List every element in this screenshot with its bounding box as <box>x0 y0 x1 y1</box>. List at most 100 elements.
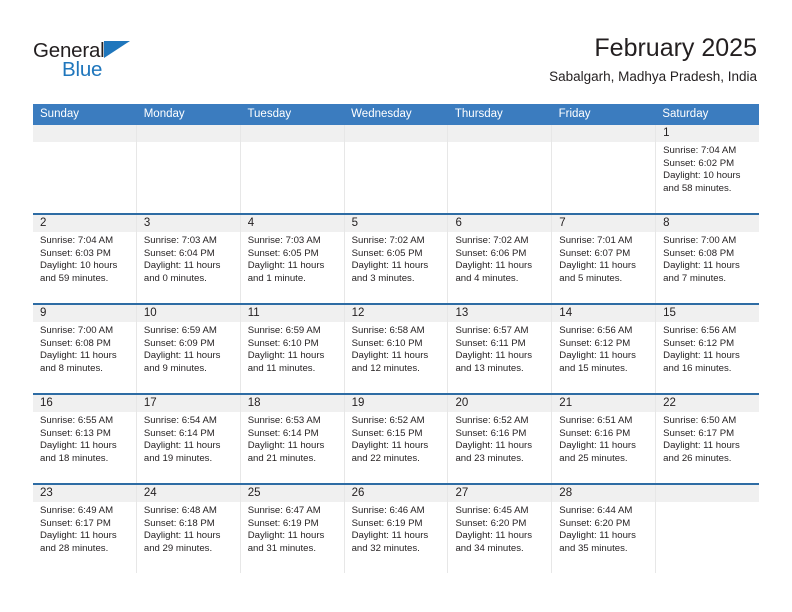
calendar-day-cell[interactable]: 4 Sunrise: 7:03 AM Sunset: 6:05 PM Daylight… <box>240 215 345 303</box>
weekday-header-row: Sunday Monday Tuesday Wednesday Thursday… <box>33 104 759 125</box>
weekday-header-tuesday: Tuesday <box>247 108 292 120</box>
calendar-day-cell[interactable]: 24 Sunrise: 6:48 AM Sunset: 6:18 PM Dayligh… <box>136 485 241 573</box>
day-details: Sunrise: 6:49 AM Sunset: 6:17 PM Daylight:… <box>33 502 136 555</box>
daylight-text: Daylight: 11 hours and 12 minutes. <box>351 350 429 374</box>
day-number: 11 <box>247 307 260 319</box>
day-number-band: 4 <box>240 215 344 232</box>
day-number: 18 <box>247 397 261 409</box>
calendar-week-row: 16 Sunrise: 6:55 AM Sunset: 6:13 PM Dayligh… <box>33 393 760 483</box>
calendar-day-cell[interactable]: 23 Sunrise: 6:49 AM Sunset: 6:17 PM Dayligh… <box>33 485 137 573</box>
sunset-text: Sunset: 6:11 PM <box>455 337 526 349</box>
calendar-day-cell[interactable]: 6 Sunrise: 7:02 AM Sunset: 6:06 PM Daylight… <box>448 215 553 303</box>
calendar-day-cell[interactable]: 20 Sunrise: 6:52 AM Sunset: 6:16 PM Dayligh… <box>448 395 553 483</box>
sunset-text: Sunset: 6:08 PM <box>40 337 111 349</box>
weekday-header-wednesday: Wednesday <box>351 108 412 120</box>
calendar-day-cell[interactable]: 17 Sunrise: 6:54 AM Sunset: 6:14 PM Dayligh… <box>136 395 241 483</box>
day-details: Sunrise: 6:55 AM Sunset: 6:13 PM Daylight:… <box>33 412 136 465</box>
brand-logo[interactable]: General Blue <box>33 40 143 84</box>
calendar-day-cell[interactable]: 14 Sunrise: 6:56 AM Sunset: 6:12 PM Dayligh… <box>552 305 657 393</box>
day-details: Sunrise: 6:53 AM Sunset: 6:14 PM Daylight:… <box>241 412 344 465</box>
calendar-day-cell[interactable]: 9 Sunrise: 7:00 AM Sunset: 6:08 PM Daylight… <box>33 305 137 393</box>
day-number: 12 <box>351 307 365 319</box>
day-number-band: 14 <box>552 305 656 322</box>
day-number: 4 <box>247 217 255 229</box>
sunrise-text: Sunrise: 6:49 AM <box>40 505 114 516</box>
calendar-week-row: 1 Sunrise: 7:04 AM Sunset: 6:02 PM Daylight… <box>33 125 760 213</box>
day-number: 9 <box>40 307 47 319</box>
calendar-day-cell[interactable]: 28 Sunrise: 6:44 AM Sunset: 6:20 PM Dayligh… <box>552 485 657 573</box>
day-details: Sunrise: 6:54 AM Sunset: 6:14 PM Daylight:… <box>137 412 240 465</box>
calendar-day-cell[interactable]: 10 Sunrise: 6:59 AM Sunset: 6:09 PM Dayligh… <box>136 305 241 393</box>
calendar-day-cell-empty <box>344 125 449 213</box>
calendar-week-row: 23 Sunrise: 6:49 AM Sunset: 6:17 PM Dayligh… <box>33 483 760 573</box>
day-number: 24 <box>143 487 157 499</box>
sunrise-text: Sunrise: 6:52 AM <box>351 415 425 426</box>
day-number-band: 28 <box>552 485 656 502</box>
calendar-grid: Sunday Monday Tuesday Wednesday Thursday… <box>33 104 760 573</box>
sunrise-text: Sunrise: 7:04 AM <box>663 145 737 156</box>
day-number: 7 <box>559 217 566 229</box>
day-details: Sunrise: 7:02 AM Sunset: 6:06 PM Daylight:… <box>448 232 551 285</box>
day-details: Sunrise: 6:44 AM Sunset: 6:20 PM Daylight:… <box>552 502 655 555</box>
day-details: Sunrise: 7:00 AM Sunset: 6:08 PM Daylight:… <box>33 322 136 375</box>
calendar-day-cell[interactable]: 11 Sunrise: 6:59 AM Sunset: 6:10 PM Dayligh… <box>240 305 345 393</box>
day-number: 5 <box>351 217 358 229</box>
day-number-band <box>656 485 760 502</box>
day-number-band: 12 <box>344 305 448 322</box>
day-details: Sunrise: 6:59 AM Sunset: 6:09 PM Daylight:… <box>137 322 240 375</box>
calendar-day-cell[interactable]: 5 Sunrise: 7:02 AM Sunset: 6:05 PM Daylight… <box>344 215 449 303</box>
sunset-text: Sunset: 6:16 PM <box>455 427 527 439</box>
day-number-band: 26 <box>344 485 448 502</box>
day-number: 6 <box>455 217 462 229</box>
sunset-text: Sunset: 6:05 PM <box>247 247 319 259</box>
day-number-band: 27 <box>448 485 552 502</box>
sunset-text: Sunset: 6:14 PM <box>247 427 319 439</box>
calendar-day-cell[interactable]: 27 Sunrise: 6:45 AM Sunset: 6:20 PM Dayligh… <box>448 485 553 573</box>
day-number: 19 <box>351 397 365 409</box>
calendar-day-cell[interactable]: 19 Sunrise: 6:52 AM Sunset: 6:15 PM Dayligh… <box>344 395 449 483</box>
sunset-text: Sunset: 6:18 PM <box>143 517 215 529</box>
calendar-day-cell[interactable]: 13 Sunrise: 6:57 AM Sunset: 6:11 PM Dayligh… <box>448 305 553 393</box>
calendar-day-cell-empty <box>552 125 657 213</box>
day-number-band <box>552 125 656 142</box>
calendar-day-cell[interactable]: 15 Sunrise: 6:56 AM Sunset: 6:12 PM Dayligh… <box>656 305 760 393</box>
calendar-day-cell[interactable]: 22 Sunrise: 6:50 AM Sunset: 6:17 PM Dayligh… <box>656 395 760 483</box>
daylight-text: Daylight: 11 hours and 0 minutes. <box>143 260 221 284</box>
sunrise-text: Sunrise: 6:55 AM <box>40 415 114 426</box>
day-number: 10 <box>143 307 157 319</box>
calendar-day-cell[interactable]: 16 Sunrise: 6:55 AM Sunset: 6:13 PM Dayligh… <box>33 395 137 483</box>
day-number: 26 <box>351 487 365 499</box>
sunrise-text: Sunrise: 7:03 AM <box>143 235 217 246</box>
weekday-header-sunday: Sunday <box>40 108 80 120</box>
day-number-band <box>240 125 344 142</box>
day-number-band: 7 <box>552 215 656 232</box>
day-number-band: 1 <box>656 125 760 142</box>
sunrise-text: Sunrise: 6:45 AM <box>455 505 529 516</box>
day-details: Sunrise: 6:48 AM Sunset: 6:18 PM Daylight:… <box>137 502 240 555</box>
calendar-day-cell[interactable]: 7 Sunrise: 7:01 AM Sunset: 6:07 PM Daylight… <box>552 215 657 303</box>
calendar-day-cell[interactable]: 3 Sunrise: 7:03 AM Sunset: 6:04 PM Daylight… <box>136 215 241 303</box>
daylight-text: Daylight: 11 hours and 22 minutes. <box>351 440 429 464</box>
day-number-band: 22 <box>656 395 760 412</box>
title-block: February 2025 Sabalgarh, Madhya Pradesh,… <box>549 33 757 87</box>
sunset-text: Sunset: 6:07 PM <box>559 247 631 259</box>
daylight-text: Daylight: 11 hours and 15 minutes. <box>559 350 636 374</box>
day-details: Sunrise: 6:50 AM Sunset: 6:17 PM Daylight:… <box>656 412 759 465</box>
calendar-day-cell[interactable]: 1 Sunrise: 7:04 AM Sunset: 6:02 PM Daylight… <box>656 125 760 213</box>
day-number-band: 15 <box>656 305 760 322</box>
day-number: 14 <box>559 307 573 319</box>
daylight-text: Daylight: 11 hours and 5 minutes. <box>559 260 636 284</box>
day-number: 16 <box>40 397 53 409</box>
calendar-day-cell[interactable]: 8 Sunrise: 7:00 AM Sunset: 6:08 PM Daylight… <box>656 215 760 303</box>
sunrise-text: Sunrise: 6:50 AM <box>663 415 737 426</box>
calendar-day-cell[interactable]: 2 Sunrise: 7:04 AM Sunset: 6:03 PM Daylight… <box>33 215 137 303</box>
calendar-day-cell[interactable]: 18 Sunrise: 6:53 AM Sunset: 6:14 PM Dayligh… <box>240 395 345 483</box>
daylight-text: Daylight: 11 hours and 35 minutes. <box>559 530 636 554</box>
sunrise-text: Sunrise: 7:02 AM <box>455 235 529 246</box>
calendar-day-cell[interactable]: 25 Sunrise: 6:47 AM Sunset: 6:19 PM Dayligh… <box>240 485 345 573</box>
calendar-day-cell[interactable]: 12 Sunrise: 6:58 AM Sunset: 6:10 PM Dayligh… <box>344 305 449 393</box>
daylight-text: Daylight: 11 hours and 7 minutes. <box>663 260 740 284</box>
daylight-text: Daylight: 11 hours and 8 minutes. <box>40 350 117 374</box>
calendar-day-cell[interactable]: 26 Sunrise: 6:46 AM Sunset: 6:19 PM Dayligh… <box>344 485 449 573</box>
calendar-day-cell[interactable]: 21 Sunrise: 6:51 AM Sunset: 6:16 PM Dayligh… <box>552 395 657 483</box>
